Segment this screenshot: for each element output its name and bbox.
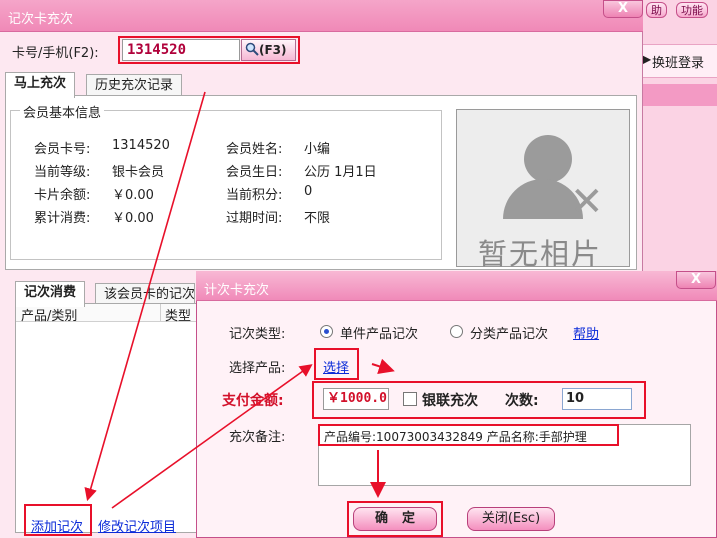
card-highlight-box	[118, 36, 300, 64]
select-product-label: 选择产品:	[229, 361, 286, 376]
confirm-highlight-box	[347, 501, 443, 537]
tab-count-consumption[interactable]: 记次消费	[15, 281, 86, 307]
radio-category-product-label[interactable]: 分类产品记次	[470, 323, 548, 342]
recharge-note-label: 充次备注:	[229, 430, 286, 445]
current-points-label: 当前积分:	[226, 188, 283, 203]
column-product[interactable]: 产品/类别	[21, 305, 77, 324]
count-type-label: 记次类型:	[229, 327, 286, 342]
expiry-value: 不限	[304, 211, 331, 226]
column-type[interactable]: 类型	[165, 305, 191, 324]
payment-amount-label: 支付金额:	[222, 393, 284, 409]
close-button[interactable]: 关闭(Esc)	[467, 507, 555, 531]
member-card-label: 会员卡号:	[34, 142, 91, 157]
bg-help-button[interactable]: 助	[646, 2, 667, 18]
current-points-value: 0	[304, 184, 313, 199]
count-list-panel	[15, 303, 205, 533]
tab-recharge-now[interactable]: 马上充次	[5, 72, 76, 98]
avatar-placeholder-icon	[524, 135, 572, 183]
member-level-label: 当前等级:	[34, 165, 91, 180]
radio-single-product-label[interactable]: 单件产品记次	[340, 323, 418, 342]
member-info-title: 会员基本信息	[20, 102, 105, 121]
expiry-label: 过期时间:	[226, 211, 283, 226]
select-highlight-box	[314, 348, 359, 380]
member-birthday-value: 公历 1月1日	[304, 165, 377, 180]
add-count-highlight-box	[24, 504, 92, 536]
help-link[interactable]: 帮助	[573, 323, 599, 342]
total-spend-value: ￥0.00	[112, 211, 154, 226]
card-number-label: 卡号/手机(F2):	[12, 46, 99, 61]
card-balance-label: 卡片余额:	[34, 188, 91, 203]
inner-dialog-title: 计次卡充次	[204, 283, 270, 298]
radio-single-product[interactable]	[320, 325, 333, 338]
dialog-titlebar	[0, 0, 643, 32]
total-spend-label: 累计消费:	[34, 211, 91, 226]
no-photo-text: 暂无相片	[478, 237, 603, 271]
member-level-value: 银卡会员	[112, 165, 165, 180]
radio-category-product[interactable]	[450, 325, 463, 338]
card-balance-value: ￥0.00	[112, 188, 154, 203]
shift-login-link[interactable]: 换班登录	[652, 52, 704, 71]
bg-pink-band	[640, 84, 717, 106]
amount-highlight-box	[312, 381, 646, 419]
shift-arrow-icon: ▶	[642, 52, 652, 66]
inner-close-button[interactable]: X	[676, 271, 716, 289]
edit-count-items-link[interactable]: 修改记次项目	[98, 516, 176, 535]
column-divider	[160, 304, 161, 322]
member-name-value: 小编	[304, 142, 331, 157]
member-name-label: 会员姓名:	[226, 142, 283, 157]
member-birthday-label: 会员生日:	[226, 165, 283, 180]
no-photo-x-icon: ✕	[570, 179, 604, 225]
bg-function-button[interactable]: 功能	[676, 2, 708, 18]
inner-titlebar	[196, 271, 717, 301]
dialog-close-button[interactable]: X	[603, 0, 643, 18]
note-highlight-box	[318, 424, 619, 446]
dialog-title: 记次卡充次	[8, 12, 74, 27]
member-card-value: 1314520	[112, 138, 170, 153]
